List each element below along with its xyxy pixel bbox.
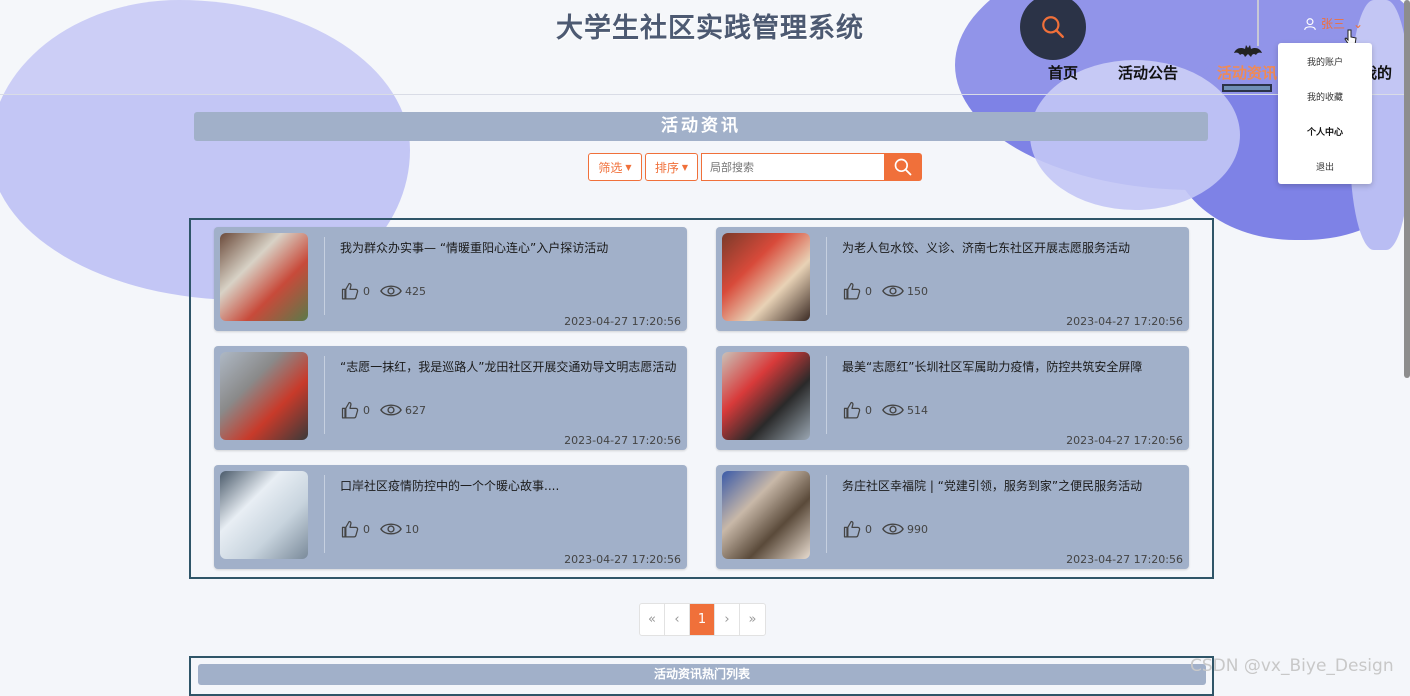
- news-date: 2023-04-27 17:20:56: [1066, 315, 1183, 328]
- menu-item-my-favorites[interactable]: 我的收藏: [1278, 90, 1372, 103]
- nav-activity-news[interactable]: 活动资讯: [1217, 62, 1277, 83]
- news-date: 2023-04-27 17:20:56: [564, 434, 681, 447]
- like-count: 0: [363, 284, 370, 298]
- eye-icon: [380, 285, 402, 297]
- divider: [324, 356, 325, 434]
- divider: [826, 475, 827, 553]
- divider: [324, 237, 325, 315]
- menu-item-personal-center[interactable]: 个人中心: [1278, 125, 1372, 138]
- nav-announcements[interactable]: 活动公告: [1118, 62, 1178, 83]
- news-thumbnail[interactable]: [722, 471, 810, 559]
- sort-label: 排序: [654, 160, 679, 175]
- search-icon: [1042, 16, 1064, 38]
- view-count: 514: [907, 403, 928, 417]
- watermark: CSDN @vx_Biye_Design: [1190, 656, 1394, 676]
- thumbs-up-icon[interactable]: [340, 519, 360, 539]
- news-date: 2023-04-27 17:20:56: [564, 553, 681, 566]
- news-date: 2023-04-27 17:20:56: [564, 315, 681, 328]
- filter-label: 筛选: [598, 160, 623, 175]
- news-title[interactable]: 务庄社区幸福院 | “党建引领，服务到家”之便民服务活动: [842, 477, 1142, 494]
- view-count: 627: [405, 403, 426, 417]
- news-stats: 0 150: [842, 281, 938, 301]
- user-icon: [1304, 17, 1316, 30]
- hot-list-title: 活动资讯热门列表: [198, 664, 1206, 685]
- news-card[interactable]: 最美“志愿红”长圳社区军属助力疫情，防控共筑安全屏障 0 514 2023-04-27…: [716, 346, 1189, 450]
- filter-button[interactable]: 筛选 ▼: [588, 153, 642, 181]
- bat-icon: [1233, 44, 1263, 64]
- menu-item-my-account[interactable]: 我的账户: [1278, 55, 1372, 68]
- thumbs-up-icon[interactable]: [340, 400, 360, 420]
- page-last[interactable]: »: [740, 604, 765, 635]
- menu-item-logout[interactable]: 退出: [1278, 160, 1372, 173]
- divider: [826, 237, 827, 315]
- caret-down-icon: ▼: [681, 162, 689, 172]
- news-title[interactable]: 最美“志愿红”长圳社区军属助力疫情，防控共筑安全屏障: [842, 358, 1142, 375]
- user-dropdown-menu: 我的账户 我的收藏 个人中心 退出: [1278, 43, 1372, 184]
- news-thumbnail[interactable]: [220, 471, 308, 559]
- caret-down-icon: ▼: [625, 162, 632, 172]
- news-thumbnail[interactable]: [722, 352, 810, 440]
- eye-icon: [380, 523, 402, 535]
- like-count: 0: [363, 403, 370, 417]
- page-next[interactable]: ›: [715, 604, 740, 635]
- scrollbar[interactable]: [1404, 0, 1410, 378]
- thumbs-up-icon[interactable]: [842, 281, 862, 301]
- thumbs-up-icon[interactable]: [842, 519, 862, 539]
- news-stats: 0 10: [340, 519, 429, 539]
- pagination: « ‹ 1 › »: [639, 603, 766, 636]
- news-title[interactable]: 我为群众办实事— “情暖重阳心连心”入户探访活动: [340, 239, 608, 256]
- news-stats: 0 627: [340, 400, 436, 420]
- news-thumbnail[interactable]: [220, 233, 308, 321]
- like-count: 0: [865, 522, 872, 536]
- nav-home[interactable]: 首页: [1048, 62, 1078, 83]
- thumbs-up-icon[interactable]: [842, 400, 862, 420]
- news-title[interactable]: “志愿一抹红，我是巡路人”龙田社区开展交通劝导文明志愿活动: [340, 358, 676, 375]
- news-card[interactable]: 我为群众办实事— “情暖重阳心连心”入户探访活动 0 425 2023-04-27 1…: [214, 227, 687, 331]
- divider: [324, 475, 325, 553]
- like-count: 0: [363, 522, 370, 536]
- view-count: 425: [405, 284, 426, 298]
- news-card[interactable]: 为老人包水饺、义诊、济南七东社区开展志愿服务活动 0 150 2023-04-27 1…: [716, 227, 1189, 331]
- user-name: 张三: [1321, 17, 1346, 31]
- search-input[interactable]: [701, 153, 885, 181]
- eye-icon: [380, 404, 402, 416]
- news-stats: 0 514: [842, 400, 938, 420]
- eye-icon: [882, 404, 904, 416]
- news-card[interactable]: “志愿一抹红，我是巡路人”龙田社区开展交通劝导文明志愿活动 0 627 2023-04…: [214, 346, 687, 450]
- page-first[interactable]: «: [640, 604, 665, 635]
- news-date: 2023-04-27 17:20:56: [1066, 434, 1183, 447]
- news-title[interactable]: 口岸社区疫情防控中的一个个暖心故事....: [340, 477, 559, 494]
- sort-button[interactable]: 排序 ▼: [645, 153, 698, 181]
- news-card[interactable]: 口岸社区疫情防控中的一个个暖心故事.... 0 10 2023-04-27 17:20…: [214, 465, 687, 569]
- nav-active-indicator: [1222, 84, 1272, 92]
- search-submit-button[interactable]: [884, 153, 922, 181]
- news-card[interactable]: 务庄社区幸福院 | “党建引领，服务到家”之便民服务活动 0 990 2023-04-…: [716, 465, 1189, 569]
- news-title[interactable]: 为老人包水饺、义诊、济南七东社区开展志愿服务活动: [842, 239, 1130, 256]
- view-count: 10: [405, 522, 419, 536]
- site-title: 大学生社区实践管理系统: [556, 13, 864, 44]
- news-date: 2023-04-27 17:20:56: [1066, 553, 1183, 566]
- divider: [826, 356, 827, 434]
- view-count: 150: [907, 284, 928, 298]
- like-count: 0: [865, 403, 872, 417]
- search-icon: [894, 158, 912, 176]
- eye-icon: [882, 523, 904, 535]
- news-thumbnail[interactable]: [220, 352, 308, 440]
- news-stats: 0 990: [842, 519, 938, 539]
- view-count: 990: [907, 522, 928, 536]
- like-count: 0: [865, 284, 872, 298]
- thumbs-up-icon[interactable]: [340, 281, 360, 301]
- eye-icon: [882, 285, 904, 297]
- page-1[interactable]: 1: [690, 604, 715, 635]
- news-stats: 0 425: [340, 281, 436, 301]
- section-title: 活动资讯: [194, 112, 1208, 141]
- page-prev[interactable]: ‹: [665, 604, 690, 635]
- hanging-string: [1257, 0, 1259, 46]
- news-thumbnail[interactable]: [722, 233, 810, 321]
